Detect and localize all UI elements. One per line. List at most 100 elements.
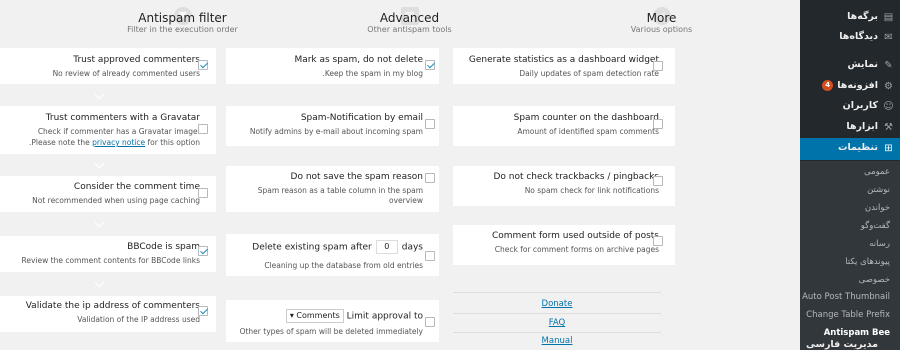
submenu-item-general[interactable]: عمومی xyxy=(864,167,890,177)
submenu-item-auto-post-thumbnail[interactable]: Auto Post Thumbnail xyxy=(802,292,890,302)
option-desc: Validation of the IP address used xyxy=(77,315,200,324)
column-title: More xyxy=(646,11,677,25)
submenu-item-discussion[interactable]: گفت‌وگو xyxy=(861,221,890,231)
option-desc: No review of already commented users xyxy=(52,69,200,78)
days-input[interactable]: 0 xyxy=(375,240,398,254)
sidebar-item-label: مدیریت فارسی xyxy=(806,339,878,350)
comment-type-select[interactable]: ▾ Comments xyxy=(285,309,344,323)
option-desc: Cleaning up the database from old entrie… xyxy=(264,261,423,270)
faq-link[interactable]: FAQ xyxy=(453,318,661,328)
option-checkbox[interactable] xyxy=(198,124,208,134)
admin-sidebar: ▤ برگه‌ها ✉ دیدگاه‌ها ✎ نمایش ⚙ افزونه‌ه… xyxy=(794,0,900,350)
option-delete-spam[interactable]: Delete existing spam after 0 days Cleaning… xyxy=(226,234,439,276)
sidebar-item-label: کاربران xyxy=(842,100,878,111)
sidebar-item-label: نمایش xyxy=(847,59,879,70)
option-checkbox[interactable] xyxy=(425,119,435,129)
option-desc: Other types of spam will be deleted imme… xyxy=(239,327,423,336)
manual-link[interactable]: Manual xyxy=(453,336,661,346)
option-title: Comment form used outside of posts xyxy=(491,231,659,241)
column-subtitle: Various options xyxy=(630,25,693,34)
column-header-more: ⋖ More Various options xyxy=(549,0,774,42)
desc-text: for this option xyxy=(145,138,201,147)
option-checkbox[interactable] xyxy=(198,306,208,316)
option-checkbox[interactable] xyxy=(425,317,435,327)
option-checkbox[interactable] xyxy=(653,61,663,71)
sidebar-item-label: برگه‌ها xyxy=(847,11,878,22)
update-count-badge: 4 xyxy=(822,80,834,91)
option-no-spam-reason[interactable]: Do not save the spam reason Spam reason … xyxy=(226,166,439,212)
option-title: Trust approved commenters xyxy=(73,55,200,65)
option-trust-gravatar[interactable]: Trust commenters with a Gravatar Check i… xyxy=(0,106,216,154)
select-value: Comments xyxy=(296,311,340,320)
option-title: Generate statistics as a dashboard widge… xyxy=(468,55,659,65)
option-desc: Amount of identified spam comments xyxy=(517,127,659,136)
chevron-down-icon xyxy=(94,89,105,100)
chevron-down-icon xyxy=(94,217,105,228)
privacy-notice-link[interactable]: privacy notice xyxy=(92,138,145,147)
sidebar-item-comments[interactable]: ✉ دیدگاه‌ها xyxy=(800,27,900,49)
column-title: Antispam filter xyxy=(138,11,227,25)
sidebar-item-appearance[interactable]: ✎ نمایش xyxy=(800,55,900,77)
option-bbcode-spam[interactable]: BBCode is spam Review the comment conten… xyxy=(0,236,216,272)
option-desc: Not recommended when using page caching xyxy=(32,196,200,205)
submenu-item-media[interactable]: رسانه xyxy=(869,239,890,249)
option-desc: Daily updates of spam detection rate xyxy=(519,69,659,78)
option-comment-form-outside[interactable]: Comment form used outside of posts Check… xyxy=(453,225,675,265)
option-dashboard-stats[interactable]: Generate statistics as a dashboard widge… xyxy=(453,48,675,84)
option-checkbox[interactable] xyxy=(425,251,435,261)
submenu-item-permalinks[interactable]: پیوندهای یکتا xyxy=(845,257,890,267)
option-title: Spam-Notification by email xyxy=(300,113,423,123)
settings-submenu: عمومی نوشتن خواندن گفت‌وگو رسانه پیوندها… xyxy=(800,161,900,350)
comments-icon: ✉ xyxy=(884,32,893,43)
option-title: Limit approval to xyxy=(346,311,423,322)
option-comment-time[interactable]: Consider the comment time Not recommende… xyxy=(0,176,216,212)
sidebar-item-plugins[interactable]: ⚙ افزونه‌ها4 xyxy=(800,76,900,98)
option-checkbox[interactable] xyxy=(653,236,663,246)
settings-icon: ⊞ xyxy=(884,143,893,154)
donate-link[interactable]: Donate xyxy=(453,299,661,309)
chevron-down-icon xyxy=(94,277,105,288)
divider xyxy=(453,313,661,314)
option-title-suffix: days xyxy=(401,242,423,253)
sidebar-item-label: افزونه‌ها xyxy=(837,80,878,91)
current-menu-arrow xyxy=(794,143,800,155)
sidebar-item-users[interactable]: ☺ کاربران xyxy=(800,96,900,118)
settings-content: ▼ Antispam filter Filter in the executio… xyxy=(0,0,800,350)
sidebar-item-tools[interactable]: ⚒ ابزارها xyxy=(800,117,900,139)
submenu-item-antispam-bee[interactable]: Antispam Bee xyxy=(824,328,890,338)
option-checkbox[interactable] xyxy=(198,246,208,256)
option-desc-cont: overview xyxy=(389,196,423,205)
tools-menu-icon: ⚒ xyxy=(884,122,893,133)
option-spam-counter[interactable]: Spam counter on the dashboard Amount of … xyxy=(453,106,675,146)
sidebar-item-pages[interactable]: ▤ برگه‌ها xyxy=(800,7,900,29)
column-subtitle: Other antispam tools xyxy=(367,25,452,34)
option-spam-notification[interactable]: Spam-Notification by email Notify admins… xyxy=(226,106,439,146)
sidebar-item-persian-admin[interactable]: مدیریت فارسی xyxy=(800,338,900,350)
submenu-item-change-table-prefix[interactable]: Change Table Prefix xyxy=(806,310,890,320)
option-checkbox[interactable] xyxy=(198,60,208,70)
users-icon: ☺ xyxy=(883,101,894,112)
option-limit-approval[interactable]: ▾ Comments Limit approval to Other types… xyxy=(226,300,439,342)
option-checkbox[interactable] xyxy=(653,119,663,129)
option-checkbox[interactable] xyxy=(653,176,663,186)
option-mark-as-spam[interactable]: Mark as spam, do not delete .Keep the sp… xyxy=(226,48,439,84)
option-checkbox[interactable] xyxy=(198,188,208,198)
option-checkbox[interactable] xyxy=(425,60,435,70)
submenu-item-reading[interactable]: خواندن xyxy=(865,203,890,213)
submenu-item-writing[interactable]: نوشتن xyxy=(867,185,890,195)
option-no-trackbacks[interactable]: Do not check trackbacks / pingbacks No s… xyxy=(453,166,675,206)
option-desc: Check if commenter has a Gravatar image. xyxy=(37,127,200,136)
option-title: Spam counter on the dashboard xyxy=(513,113,659,123)
sidebar-item-settings[interactable]: ⊞ تنظیمات xyxy=(794,138,900,160)
divider xyxy=(453,332,661,333)
option-trust-approved[interactable]: Trust approved commenters No review of a… xyxy=(0,48,216,84)
option-validate-ip[interactable]: Validate the ip address of commenters Va… xyxy=(0,296,216,332)
option-desc: Notify admins by e-mail about incoming s… xyxy=(249,127,423,136)
option-title: Consider the comment time xyxy=(73,182,200,192)
chevron-down-icon xyxy=(94,158,105,169)
option-desc: No spam check for link notifications xyxy=(524,186,659,195)
option-title: Do not save the spam reason xyxy=(290,172,423,182)
submenu-item-privacy[interactable]: خصوصی xyxy=(859,275,890,285)
option-desc-privacy: .Please note the privacy notice for this… xyxy=(29,137,200,148)
option-checkbox[interactable] xyxy=(425,173,435,183)
